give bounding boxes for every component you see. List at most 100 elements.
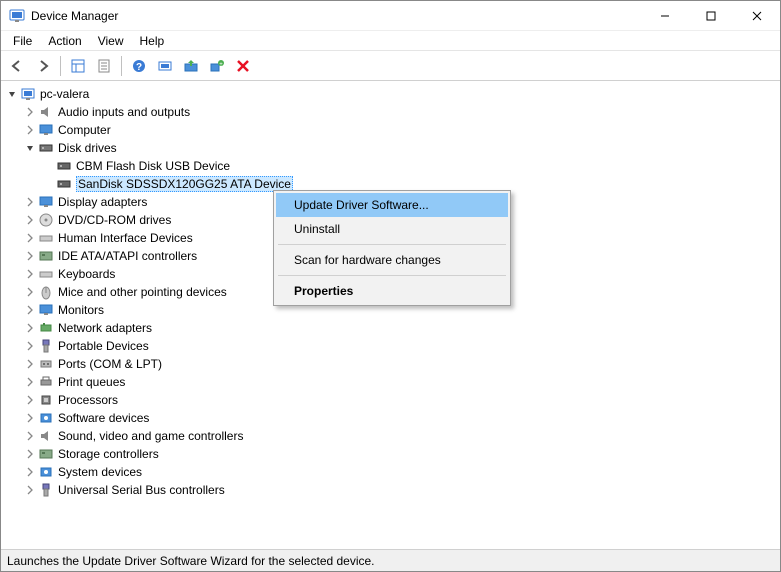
back-button[interactable] bbox=[5, 54, 29, 78]
expand-arrow-icon[interactable] bbox=[23, 465, 37, 479]
toolbar: ? + bbox=[1, 51, 780, 81]
expand-arrow-icon[interactable] bbox=[23, 375, 37, 389]
category-icon bbox=[38, 140, 54, 156]
ctx-properties[interactable]: Properties bbox=[276, 279, 508, 303]
category-icon bbox=[38, 230, 54, 246]
tree-category-label: Network adapters bbox=[58, 321, 152, 335]
tree-category-label: System devices bbox=[58, 465, 142, 479]
expand-arrow-icon[interactable] bbox=[23, 195, 37, 209]
tree-category[interactable]: Storage controllers bbox=[21, 445, 778, 463]
status-text: Launches the Update Driver Software Wiza… bbox=[7, 554, 375, 568]
tree-category-label: Computer bbox=[58, 123, 111, 137]
tree-category-label: Audio inputs and outputs bbox=[58, 105, 190, 119]
tree-category[interactable]: Universal Serial Bus controllers bbox=[21, 481, 778, 499]
expand-arrow-icon[interactable] bbox=[23, 357, 37, 371]
window-title: Device Manager bbox=[31, 9, 642, 23]
tree-category[interactable]: Processors bbox=[21, 391, 778, 409]
tree-category[interactable]: Computer bbox=[21, 121, 778, 139]
tree-category-label: Mice and other pointing devices bbox=[58, 285, 227, 299]
category-icon bbox=[38, 428, 54, 444]
expand-arrow-icon[interactable] bbox=[23, 105, 37, 119]
tree-category-label: Disk drives bbox=[58, 141, 117, 155]
expand-arrow-icon[interactable] bbox=[23, 213, 37, 227]
tree-category[interactable]: Ports (COM & LPT) bbox=[21, 355, 778, 373]
expand-arrow-icon[interactable] bbox=[23, 321, 37, 335]
category-icon bbox=[38, 392, 54, 408]
help-button[interactable]: ? bbox=[127, 54, 151, 78]
expand-arrow-icon[interactable] bbox=[23, 123, 37, 137]
toolbar-sep bbox=[60, 56, 61, 76]
tree-category[interactable]: Print queues bbox=[21, 373, 778, 391]
category-icon bbox=[38, 374, 54, 390]
scan-button[interactable] bbox=[153, 54, 177, 78]
tree-device[interactable]: CBM Flash Disk USB Device bbox=[39, 157, 778, 175]
computer-icon bbox=[20, 86, 36, 102]
tree-category-label: Ports (COM & LPT) bbox=[58, 357, 162, 371]
tree-device-label: SanDisk SDSSDX120GG25 ATA Device bbox=[76, 176, 293, 192]
menu-view[interactable]: View bbox=[90, 33, 132, 49]
update-driver-button[interactable] bbox=[179, 54, 203, 78]
category-icon bbox=[38, 482, 54, 498]
category-icon bbox=[38, 302, 54, 318]
device-icon bbox=[56, 158, 72, 174]
expand-arrow-icon[interactable] bbox=[23, 447, 37, 461]
app-icon bbox=[9, 8, 25, 24]
tree-category-label: Universal Serial Bus controllers bbox=[58, 483, 225, 497]
tree-category[interactable]: Sound, video and game controllers bbox=[21, 427, 778, 445]
show-hide-tree-button[interactable] bbox=[66, 54, 90, 78]
tree-root-node[interactable]: pc-valera bbox=[3, 85, 778, 103]
ctx-update-driver[interactable]: Update Driver Software... bbox=[276, 193, 508, 217]
tree-category[interactable]: Network adapters bbox=[21, 319, 778, 337]
tree-category[interactable]: Audio inputs and outputs bbox=[21, 103, 778, 121]
expand-arrow-icon[interactable] bbox=[23, 141, 37, 155]
window-controls bbox=[642, 1, 780, 30]
category-icon bbox=[38, 212, 54, 228]
tree-category[interactable]: Software devices bbox=[21, 409, 778, 427]
expand-arrow-icon[interactable] bbox=[23, 483, 37, 497]
menu-action[interactable]: Action bbox=[40, 33, 89, 49]
category-icon bbox=[38, 356, 54, 372]
category-icon bbox=[38, 104, 54, 120]
menu-bar: File Action View Help bbox=[1, 31, 780, 51]
category-icon bbox=[38, 284, 54, 300]
menu-help[interactable]: Help bbox=[132, 33, 173, 49]
expand-arrow-icon[interactable] bbox=[23, 267, 37, 281]
tree-category[interactable]: Disk drives bbox=[21, 139, 778, 157]
device-tree[interactable]: pc-valera Audio inputs and outputs Compute… bbox=[1, 81, 780, 549]
expand-arrow-icon[interactable] bbox=[23, 231, 37, 245]
expand-arrow-icon[interactable] bbox=[5, 87, 19, 101]
tree-category[interactable]: Portable Devices bbox=[21, 337, 778, 355]
category-icon bbox=[38, 320, 54, 336]
expand-arrow-icon[interactable] bbox=[23, 411, 37, 425]
ctx-uninstall[interactable]: Uninstall bbox=[276, 217, 508, 241]
minimize-button[interactable] bbox=[642, 1, 688, 30]
category-icon bbox=[38, 248, 54, 264]
ctx-scan[interactable]: Scan for hardware changes bbox=[276, 248, 508, 272]
tree-category[interactable]: System devices bbox=[21, 463, 778, 481]
device-icon bbox=[56, 176, 72, 192]
category-icon bbox=[38, 266, 54, 282]
maximize-button[interactable] bbox=[688, 1, 734, 30]
tree-category-label: Sound, video and game controllers bbox=[58, 429, 243, 443]
tree-category-label: Keyboards bbox=[58, 267, 115, 281]
menu-file[interactable]: File bbox=[5, 33, 40, 49]
properties-button[interactable] bbox=[92, 54, 116, 78]
tree-category-label: Portable Devices bbox=[58, 339, 149, 353]
expand-arrow-icon[interactable] bbox=[23, 249, 37, 263]
category-icon bbox=[38, 194, 54, 210]
disable-button[interactable] bbox=[231, 54, 255, 78]
close-button[interactable] bbox=[734, 1, 780, 30]
expand-arrow-icon[interactable] bbox=[23, 429, 37, 443]
tree-category-label: Storage controllers bbox=[58, 447, 159, 461]
expand-arrow-icon[interactable] bbox=[23, 393, 37, 407]
expand-arrow-icon[interactable] bbox=[23, 285, 37, 299]
category-icon bbox=[38, 410, 54, 426]
tree-category-label: Display adapters bbox=[58, 195, 147, 209]
uninstall-button[interactable]: + bbox=[205, 54, 229, 78]
forward-button[interactable] bbox=[31, 54, 55, 78]
tree-category-label: DVD/CD-ROM drives bbox=[58, 213, 171, 227]
expand-arrow-icon[interactable] bbox=[23, 303, 37, 317]
tree-category-label: Software devices bbox=[58, 411, 149, 425]
tree-root-label: pc-valera bbox=[40, 87, 89, 101]
expand-arrow-icon[interactable] bbox=[23, 339, 37, 353]
